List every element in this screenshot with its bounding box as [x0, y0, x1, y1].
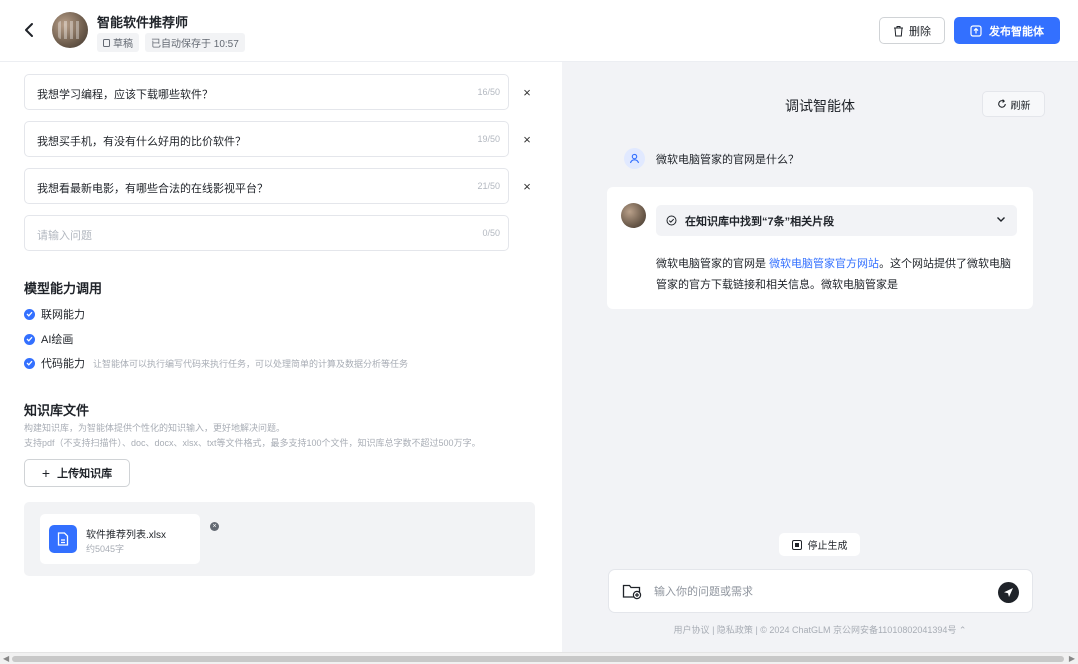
scroll-left-icon[interactable]: ◀ — [3, 654, 9, 663]
agent-avatar[interactable] — [52, 12, 88, 48]
publish-label: 发布智能体 — [989, 25, 1044, 38]
footer: 用户协议 | 隐私政策 | © 2024 ChatGLM 京公网安备110108… — [562, 623, 1078, 636]
back-button[interactable] — [18, 18, 40, 42]
question-text: 我想看最新电影，有哪些合法的在线影视平台？ — [37, 183, 268, 195]
question-field[interactable]: 我想看最新电影，有哪些合法的在线影视平台？ 21/50 — [24, 168, 509, 204]
question-text: 我想学习编程，应该下载哪些软件？ — [37, 89, 213, 101]
attach-folder-button[interactable] — [622, 582, 644, 602]
char-count: 0/50 — [482, 228, 500, 238]
top-bar: 智能软件推荐师 草稿 已自动保存于 10:57 删除 发布智能体 — [0, 0, 1078, 62]
refresh-label: 刷新 — [1010, 100, 1031, 112]
file-size: 约5045字 — [86, 544, 125, 554]
draft-label: 草稿 — [113, 39, 133, 50]
knowledge-found-text: 在知识库中找到“7条”相关片段 — [685, 215, 835, 228]
answer-prefix: 微软电脑管家的官网是 — [656, 258, 770, 270]
question-field[interactable]: 我想买手机，有没有什么好用的比价软件？ 19/50 — [24, 121, 509, 157]
char-count: 21/50 — [477, 181, 500, 191]
stop-generating-button[interactable]: 停止生成 — [779, 533, 860, 556]
status-tags: 草稿 已自动保存于 10:57 — [97, 33, 245, 52]
capability-web: 联网能力 — [24, 306, 85, 322]
capability-label: AI绘画 — [41, 334, 74, 346]
capability-code: 代码能力 让智能体可以执行编写代码来执行任务，可以处理简单的计算及数据分析等任务 — [24, 355, 408, 371]
capabilities-title: 模型能力调用 — [24, 281, 103, 296]
checkbox[interactable] — [24, 357, 35, 369]
file-list: 软件推荐列表.xlsx 约5045字 × — [24, 502, 535, 576]
chat-input-box — [608, 569, 1033, 613]
plus-icon: + — [41, 465, 51, 481]
send-button[interactable] — [998, 582, 1019, 603]
agent-title: 智能软件推荐师 — [97, 15, 189, 30]
debug-panel: 调试智能体 刷新 微软电脑管家的官网是什么？ 在知识库中找到“7条”相关片段 微… — [562, 62, 1078, 652]
capability-label: 联网能力 — [41, 309, 85, 321]
check-circle-icon — [666, 215, 677, 226]
privacy-policy-link[interactable]: 隐私政策 — [717, 625, 753, 635]
refresh-icon — [997, 99, 1006, 108]
remove-file-button[interactable]: × — [210, 522, 219, 531]
user-message: 微软电脑管家的官网是什么？ — [624, 148, 799, 169]
check-icon — [26, 336, 33, 342]
file-name: 软件推荐列表.xlsx — [86, 530, 166, 541]
horizontal-scrollbar[interactable]: ◀ ▶ — [0, 652, 1078, 664]
answer-card: 在知识库中找到“7条”相关片段 微软电脑管家的官网是 微软电脑管家官方网站。这个… — [607, 187, 1033, 309]
knowledge-title: 知识库文件 — [24, 403, 90, 418]
saved-badge: 已自动保存于 10:57 — [145, 33, 245, 52]
upload-label: 上传知识库 — [57, 468, 113, 480]
answer-text: 微软电脑管家的官网是 微软电脑管家官方网站。这个网站提供了微软电脑管家的官方下载… — [656, 254, 1016, 296]
folder-plus-icon — [622, 584, 642, 600]
chevron-up-icon[interactable]: ⌃ — [959, 625, 967, 635]
knowledge-desc: 构建知识库，为智能体提供个性化的知识输入，更好地解决问题。 — [24, 423, 286, 433]
checkbox[interactable] — [24, 333, 35, 345]
capability-desc: 让智能体可以执行编写代码来执行任务，可以处理简单的计算及数据分析等任务 — [93, 358, 409, 369]
bot-avatar — [621, 203, 646, 228]
remove-question-button[interactable]: × — [521, 180, 533, 193]
chat-input[interactable] — [654, 583, 974, 601]
user-question: 微软电脑管家的官网是什么？ — [656, 153, 799, 166]
char-count: 16/50 — [477, 87, 500, 97]
stop-icon — [791, 539, 802, 550]
knowledge-formats: 支持pdf（不支持扫描件）、doc、docx、xlsx、txt等文件格式，最多支… — [24, 438, 481, 448]
delete-button[interactable]: 删除 — [879, 17, 945, 44]
question-field[interactable]: 我想学习编程，应该下载哪些软件？ 16/50 — [24, 74, 509, 110]
capability-label: 代码能力 — [41, 358, 85, 370]
scroll-right-icon[interactable]: ▶ — [1069, 654, 1075, 663]
question-text: 我想买手机，有没有什么好用的比价软件？ — [37, 136, 246, 148]
chevron-down-icon — [997, 217, 1005, 222]
config-panel: 我想学习编程，应该下载哪些软件？ 16/50 × 我想买手机，有没有什么好用的比… — [0, 62, 562, 652]
file-icon — [49, 525, 77, 553]
official-site-link[interactable]: 微软电脑管家官方网站 — [769, 258, 879, 270]
char-count: 19/50 — [477, 134, 500, 144]
checkbox[interactable] — [24, 308, 35, 320]
remove-question-button[interactable]: × — [521, 86, 533, 99]
capability-painting: AI绘画 — [24, 331, 73, 347]
refresh-button[interactable]: 刷新 — [982, 91, 1045, 117]
remove-question-button[interactable]: × — [521, 133, 533, 146]
upload-knowledge-button[interactable]: + 上传知识库 — [24, 459, 130, 487]
send-icon — [1004, 588, 1013, 597]
check-icon — [26, 311, 33, 317]
question-placeholder: 请输入问题 — [37, 230, 92, 242]
scrollbar-thumb[interactable] — [12, 656, 1064, 662]
knowledge-snippets-toggle[interactable]: 在知识库中找到“7条”相关片段 — [656, 205, 1017, 236]
new-question-input[interactable]: 请输入问题 0/50 — [24, 215, 509, 251]
doc-icon — [103, 38, 110, 47]
copyright-text: © 2024 ChatGLM 京公网安备11010802041394号 — [760, 625, 957, 635]
trash-icon — [894, 25, 903, 36]
user-icon — [624, 148, 645, 169]
stop-label: 停止生成 — [807, 541, 848, 552]
file-card[interactable]: 软件推荐列表.xlsx 约5045字 × — [40, 514, 219, 564]
publish-button[interactable]: 发布智能体 — [954, 17, 1060, 44]
user-agreement-link[interactable]: 用户协议 — [674, 625, 710, 635]
upload-box-icon — [970, 24, 982, 37]
delete-label: 删除 — [909, 25, 931, 38]
chevron-left-icon — [25, 23, 33, 37]
check-icon — [26, 360, 33, 366]
draft-badge: 草稿 — [97, 33, 139, 52]
